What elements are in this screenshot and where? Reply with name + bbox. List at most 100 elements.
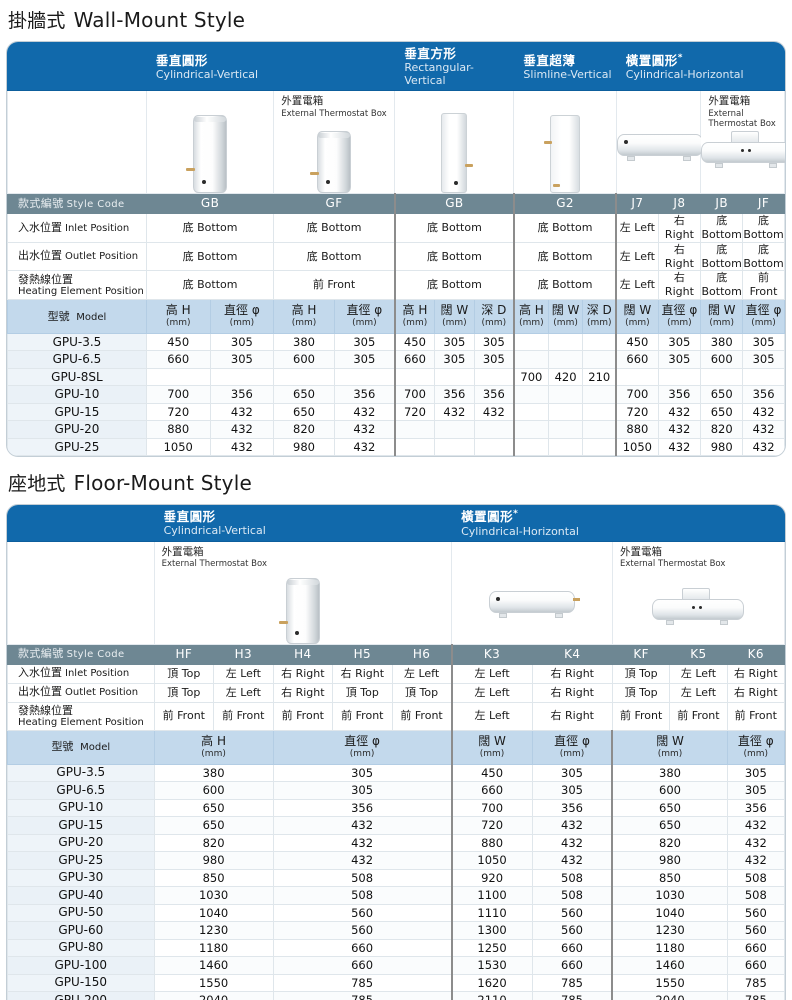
model-name-cell: GPU-200	[7, 991, 155, 1000]
group-label-zh: 垂直超薄	[523, 52, 576, 68]
dim-head-6: 深 D (mm)	[473, 298, 515, 334]
table-row: GPU-3.5 380 305 450 305 380 305	[7, 763, 785, 783]
model-name-cell: GPU-3.5	[7, 763, 155, 783]
heating-k6: 前 Front	[726, 701, 785, 731]
row-label-inlet-position: 入水位置 Inlet Position	[7, 213, 147, 243]
dimension-cell: 380	[700, 332, 744, 352]
wall-inlet-position-row: 入水位置 Inlet Position 底 Bottom 底 Bottom 底 B…	[7, 213, 785, 243]
table-row: GPU-150 1550 785 1620 785 1550 785	[7, 973, 785, 993]
wall-heating-element-row: 發熱線位置 Heating Element Position 底 Bottom 前…	[7, 270, 785, 300]
style-code-gf: GF	[273, 193, 396, 215]
dimension-cell	[473, 420, 515, 439]
dimension-cell	[547, 350, 584, 369]
inlet-k6: 右 Right	[726, 663, 785, 684]
table-row: GPU-200204078521107852040785	[7, 991, 785, 1000]
model-name-cell: GPU-3.5	[7, 332, 147, 352]
dimension-cell: 1040	[153, 903, 274, 923]
dimension-cell	[582, 332, 617, 352]
dimension-cell	[582, 350, 617, 369]
inlet-gb-cyl: 底 Bottom	[145, 213, 275, 243]
floor-dim-head-5: 直徑 φ (mm)	[726, 729, 785, 765]
style-code-j7: J7	[615, 193, 659, 215]
dimension-cell: 356	[209, 385, 275, 404]
dimension-cell: 700	[393, 385, 436, 404]
wall-group-cylindrical-horizontal: 橫置圓形* Cylindrical-Horizontal	[615, 42, 785, 92]
dimension-cell	[333, 367, 396, 387]
dimension-cell: 700	[615, 385, 659, 404]
product-image-floor-cylindrical-vertical: 外置電箱 External Thermostat Box	[153, 540, 453, 645]
dim-head-10: 闊 W (mm)	[615, 298, 659, 334]
table-row: GPU-40 1030 508 1100 508 1030 508	[7, 886, 785, 905]
footnote-star: *	[513, 509, 519, 520]
external-thermostat-label-gf: 外置電箱 External Thermostat Box	[281, 95, 387, 119]
model-name-cell: GPU-15	[7, 402, 147, 422]
dimension-cell: 660	[272, 938, 453, 958]
style-code-k3: K3	[450, 643, 533, 665]
dimension-cell: 2040	[153, 991, 274, 1000]
floor-mount-table-wrapper: 垂直圓形 Cylindrical-Vertical 橫置圓形* Cylindri…	[6, 504, 786, 1000]
dimension-cell	[434, 367, 475, 387]
style-code-k6: K6	[726, 643, 785, 665]
table-row: GPU-25 980 432 1050 432 980 432	[7, 851, 785, 870]
heating-h3: 前 Front	[213, 701, 274, 731]
cylindrical-horizontal-ext-heater-icon	[701, 131, 785, 171]
dimension-cell: 660	[531, 938, 613, 958]
dimension-cell	[145, 367, 211, 387]
outlet-k3: 左 Left	[450, 682, 533, 703]
dimension-cell: 432	[209, 402, 275, 422]
heating-gf: 前 Front	[273, 270, 396, 300]
inlet-jb: 底 Bottom	[700, 213, 744, 243]
wall-model-header-row: 型號 Model 高 H (mm) 直徑 φ (mm) 高 H (mm) 直徑 φ (m…	[7, 298, 785, 334]
dimension-cell	[512, 385, 549, 404]
dimension-cell: 356	[742, 385, 785, 404]
dimension-cell: 305	[333, 332, 396, 352]
heating-g2: 底 Bottom	[512, 270, 617, 300]
dimension-cell: 305	[209, 332, 275, 352]
dimension-cell: 356	[333, 385, 396, 404]
model-name-cell: GPU-10	[7, 798, 155, 818]
dimension-cell: 450	[145, 332, 211, 352]
dimension-cell: 1050	[450, 851, 533, 870]
dimension-cell: 560	[726, 903, 785, 923]
wall-group-slimline-vertical: 垂直超薄 Slimline-Vertical	[513, 42, 617, 92]
heating-h6: 前 Front	[391, 701, 453, 731]
model-name-cell: GPU-25	[7, 437, 147, 457]
wall-group-cylindrical-vertical: 垂直圓形 Cylindrical-Vertical	[145, 42, 396, 92]
dimension-cell	[547, 332, 584, 352]
row-label-style-code: 款式編號 Style Code	[7, 643, 155, 665]
dimension-cell: 1230	[611, 921, 728, 940]
model-name-cell: GPU-15	[7, 816, 155, 835]
dimension-cell: 432	[657, 420, 702, 439]
dimension-cell	[512, 402, 549, 422]
dimension-cell	[512, 420, 549, 439]
heating-hf: 前 Front	[153, 701, 215, 731]
outlet-h3: 左 Left	[213, 682, 274, 703]
dimension-cell: 305	[531, 763, 613, 783]
table-row: GPU-6.5 600 305 660 305 600 305	[7, 781, 785, 800]
product-image-gf-cylindrical-ext: 外置電箱 External Thermostat Box	[273, 90, 396, 195]
floor-dim-head-2: 闊 W (mm)	[450, 729, 533, 765]
product-image-g2-slimline	[513, 90, 617, 195]
style-code-j8: J8	[657, 193, 702, 215]
dimension-cell	[512, 437, 549, 457]
table-row: GPU-15 720 432 650 432 720 432 432 720 432 650 432	[7, 402, 785, 422]
dimension-cell	[615, 367, 659, 387]
dimension-cell: 380	[611, 763, 728, 783]
dimension-cell: 600	[611, 781, 728, 800]
dimension-cell: 305	[272, 781, 453, 800]
table-row: GPU-10 650 356 700 356 650 356	[7, 798, 785, 818]
inlet-jf: 底 Bottom	[742, 213, 785, 243]
model-name-cell: GPU-6.5	[7, 781, 155, 800]
table-row: GPU-100 1460 660 1530 660 1460 660	[7, 956, 785, 975]
dimension-cell: 432	[473, 402, 515, 422]
dimension-cell: 850	[611, 868, 728, 888]
dimension-cell: 305	[473, 332, 515, 352]
model-name-cell: GPU-50	[7, 903, 155, 923]
style-code-k5: K5	[669, 643, 728, 665]
dimension-cell: 1230	[153, 921, 274, 940]
dimension-cell: 432	[272, 833, 453, 853]
dimension-cell: 660	[531, 956, 613, 975]
dimension-cell	[393, 367, 436, 387]
dimension-cell: 432	[333, 402, 396, 422]
dimension-cell: 650	[611, 798, 728, 818]
